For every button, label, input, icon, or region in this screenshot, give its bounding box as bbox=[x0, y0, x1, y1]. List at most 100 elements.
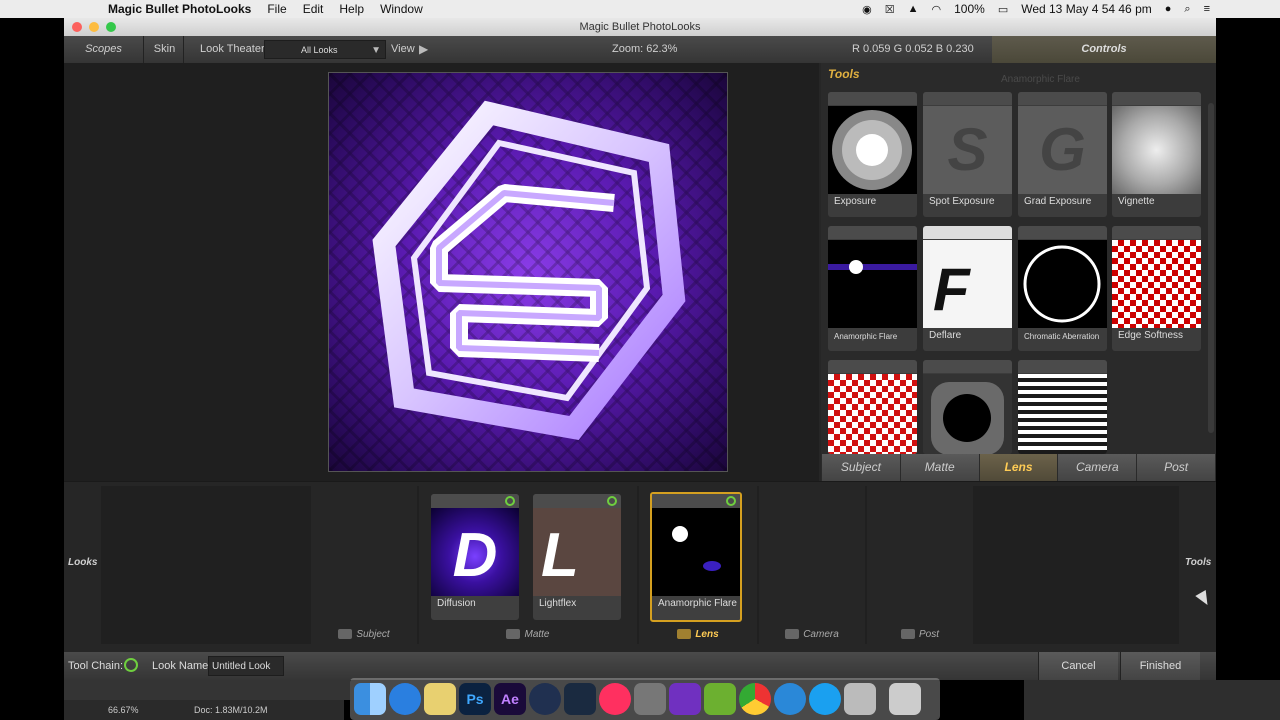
deflare-thumbnail: F bbox=[923, 240, 1012, 328]
looks-dropdown[interactable]: All Looks ▼ bbox=[264, 40, 386, 59]
battery-icon[interactable]: ▭ bbox=[998, 3, 1008, 16]
bottom-bar: Tool Chain: Look Name: Untitled Look Can… bbox=[64, 652, 1216, 680]
tool-label: Anamorphic Flare bbox=[834, 332, 898, 341]
minimize-window-button[interactable] bbox=[89, 22, 99, 32]
tools-title: Tools bbox=[828, 67, 860, 81]
tool-deflare[interactable]: F Deflare bbox=[923, 226, 1012, 351]
slot-label: Matte bbox=[524, 629, 550, 640]
skype-icon[interactable] bbox=[809, 683, 841, 715]
exposure-thumbnail bbox=[828, 106, 917, 194]
tool-chain-label: Tool Chain: bbox=[68, 660, 124, 672]
system-preferences-icon[interactable] bbox=[634, 683, 666, 715]
controls-tab[interactable]: Controls bbox=[992, 36, 1216, 63]
app-menu[interactable]: Magic Bullet PhotoLooks bbox=[108, 2, 251, 16]
tool-grad-exposure[interactable]: G Grad Exposure bbox=[1018, 92, 1107, 217]
tool-chain-power-icon[interactable] bbox=[124, 658, 138, 672]
finished-button[interactable]: Finished bbox=[1120, 652, 1200, 680]
tool-exposure[interactable]: Exposure bbox=[828, 92, 917, 217]
user-icon[interactable]: ● bbox=[1165, 3, 1172, 15]
chrome-icon[interactable] bbox=[739, 683, 771, 715]
close-window-button[interactable] bbox=[72, 22, 82, 32]
preview-image[interactable] bbox=[328, 72, 728, 472]
photoshop-ruler bbox=[64, 680, 350, 700]
slot-label: Camera bbox=[803, 629, 839, 640]
close-box-icon[interactable]: ☒ bbox=[885, 3, 895, 16]
tool-lens-vignette[interactable] bbox=[923, 360, 1012, 454]
airplay-icon[interactable]: ▲ bbox=[908, 3, 919, 15]
zoom-window-button[interactable] bbox=[106, 22, 116, 32]
dropdown-caret-icon: ▼ bbox=[371, 45, 381, 56]
status-area: ◉ ☒ ▲ ◠ 100% ▭ Wed 13 May 4 54 46 pm ● ⌕… bbox=[862, 0, 1210, 18]
tab-post[interactable]: Post bbox=[1137, 454, 1215, 481]
anamorphic-flare-thumbnail bbox=[828, 240, 917, 328]
power-icon[interactable] bbox=[607, 496, 617, 506]
menu-help[interactable]: Help bbox=[339, 2, 364, 16]
play-icon[interactable]: ▶ bbox=[419, 36, 428, 63]
gamepad-icon[interactable] bbox=[844, 683, 876, 715]
tool-label: Deflare bbox=[929, 330, 962, 341]
menu-file[interactable]: File bbox=[267, 2, 286, 16]
spotlight-icon[interactable]: ⌕ bbox=[1184, 3, 1190, 16]
tool-vignette[interactable]: Vignette bbox=[1112, 92, 1201, 217]
tool-label: Vignette bbox=[1118, 196, 1155, 207]
subject-icon bbox=[338, 629, 353, 640]
slot-camera[interactable]: Camera bbox=[759, 486, 865, 644]
ps-zoom[interactable]: 66.67% bbox=[108, 705, 139, 715]
imovie-icon[interactable] bbox=[669, 683, 701, 715]
rgb-readout: R 0.059 G 0.052 B 0.230 bbox=[852, 43, 974, 55]
scopes-button[interactable]: Scopes bbox=[64, 36, 144, 63]
preview-canvas bbox=[64, 63, 819, 481]
after-effects-icon[interactable]: Ae bbox=[494, 683, 526, 715]
lens-icon bbox=[677, 629, 692, 640]
photoshop-status-bar: 66.67% Doc: 1.83M/10.2M bbox=[64, 700, 344, 720]
steam-icon[interactable] bbox=[564, 683, 596, 715]
chain-card-anamorphic-flare[interactable]: Anamorphic Flare bbox=[650, 492, 742, 622]
cancel-button[interactable]: Cancel bbox=[1038, 652, 1118, 680]
menu-edit[interactable]: Edit bbox=[303, 2, 324, 16]
wifi-icon[interactable]: ◠ bbox=[932, 3, 942, 16]
power-icon[interactable] bbox=[726, 496, 736, 506]
skin-button[interactable]: Skin bbox=[146, 36, 184, 63]
tab-camera[interactable]: Camera bbox=[1058, 454, 1137, 481]
tool-shutter[interactable] bbox=[1018, 360, 1107, 454]
trash-icon[interactable] bbox=[889, 683, 921, 715]
menu-window[interactable]: Window bbox=[380, 2, 423, 16]
tool-label: Grad Exposure bbox=[1024, 196, 1092, 207]
itunes-icon[interactable] bbox=[599, 683, 631, 715]
tool-chain: Looks Tools Subject Matte Lens Camera Po… bbox=[64, 481, 1216, 644]
tool-spot-exposure[interactable]: S Spot Exposure bbox=[923, 92, 1012, 217]
looks-dropdown-value: All Looks bbox=[301, 45, 338, 55]
tool-label: Exposure bbox=[834, 196, 877, 207]
record-icon[interactable]: ◉ bbox=[862, 3, 872, 16]
tools-scrollbar[interactable] bbox=[1208, 103, 1214, 433]
tab-lens[interactable]: Lens bbox=[979, 454, 1058, 481]
card-label: Diffusion bbox=[437, 598, 476, 609]
tab-matte[interactable]: Matte bbox=[900, 454, 979, 481]
cinema4d-icon[interactable] bbox=[529, 683, 561, 715]
tool-anamorphic-flare[interactable]: Anamorphic Flare bbox=[828, 226, 917, 351]
tool-lens-distortion[interactable] bbox=[828, 360, 917, 454]
tool-edge-softness[interactable]: Edge Softness bbox=[1112, 226, 1201, 351]
tools-side-tab[interactable]: Tools bbox=[1185, 557, 1211, 568]
drag-ghost-label: Anamorphic Flare bbox=[1001, 74, 1080, 85]
safari-icon[interactable] bbox=[389, 683, 421, 715]
card-label: Lightflex bbox=[539, 598, 577, 609]
notification-icon[interactable]: ≡ bbox=[1204, 3, 1210, 15]
chain-card-diffusion[interactable]: D Diffusion bbox=[431, 494, 519, 620]
tab-subject[interactable]: Subject bbox=[822, 454, 900, 481]
looks-side-tab[interactable]: Looks bbox=[68, 557, 97, 568]
tool-chromatic-aberration[interactable]: Chromatic Aberration bbox=[1018, 226, 1107, 351]
power-icon[interactable] bbox=[505, 496, 515, 506]
edge-icon[interactable] bbox=[774, 683, 806, 715]
android-icon[interactable] bbox=[704, 683, 736, 715]
finder-icon[interactable] bbox=[354, 683, 386, 715]
look-name-field[interactable]: Untitled Look bbox=[208, 656, 284, 676]
spot-exposure-thumbnail: S bbox=[923, 106, 1012, 194]
chain-card-lightflex[interactable]: L Lightflex bbox=[533, 494, 621, 620]
clock[interactable]: Wed 13 May 4 54 46 pm bbox=[1021, 2, 1152, 16]
preview-icon[interactable] bbox=[424, 683, 456, 715]
slot-label: Lens bbox=[695, 629, 719, 640]
slot-post[interactable]: Post bbox=[867, 486, 973, 644]
photoshop-icon[interactable]: Ps bbox=[459, 683, 491, 715]
slot-subject[interactable]: Subject bbox=[311, 486, 417, 644]
